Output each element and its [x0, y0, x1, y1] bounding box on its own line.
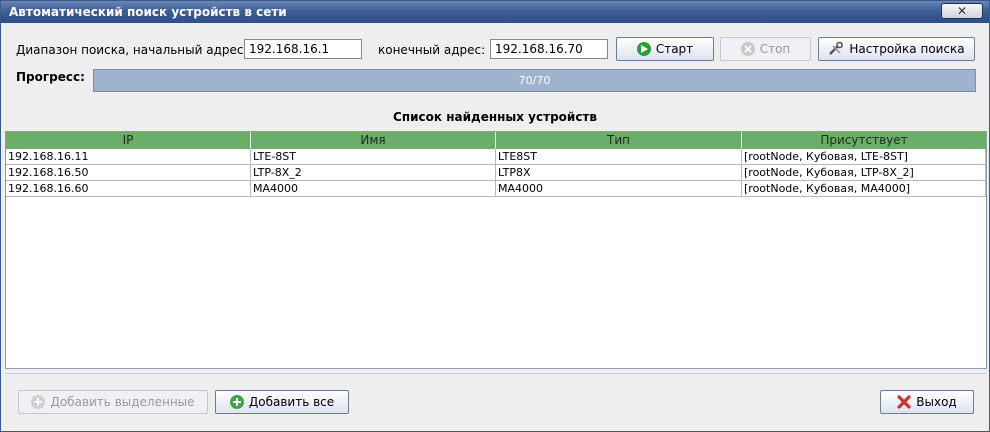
exit-label: Выход — [916, 395, 957, 409]
cell-name: MA4000 — [251, 181, 496, 197]
progress-label: Прогресс: — [16, 70, 85, 84]
add-all-button[interactable]: Добавить все — [215, 390, 349, 414]
add-all-label: Добавить все — [248, 395, 335, 409]
start-address-label: Диапазон поиска, начальный адрес: — [16, 43, 248, 57]
cell-present: [rootNode, Кубовая, LTP-8X_2] — [742, 165, 986, 181]
add-selected-label: Добавить выделенные — [50, 395, 195, 409]
close-button[interactable]: ✕ — [941, 3, 983, 19]
column-header-name[interactable]: Имя — [251, 132, 496, 149]
footer-divider — [5, 373, 987, 374]
exit-icon — [897, 395, 911, 409]
play-icon — [636, 42, 651, 56]
stop-button[interactable]: Стоп — [720, 37, 811, 61]
column-header-present[interactable]: Присутствует — [742, 132, 986, 149]
search-dialog: Автоматический поиск устройств в сети ✕ … — [0, 0, 990, 432]
progress-bar: 70/70 — [93, 69, 976, 92]
start-button[interactable]: Старт — [616, 37, 714, 61]
end-address-label: конечный адрес: — [378, 43, 486, 57]
table-header: IP Имя Тип Присутствует — [6, 132, 986, 149]
cell-type: LTE8ST — [496, 149, 742, 165]
add-icon — [31, 395, 46, 409]
cell-name: LTE-8ST — [251, 149, 496, 165]
table-row[interactable]: 192.168.16.60 MA4000 MA4000 [rootNode, К… — [6, 181, 986, 197]
table-row[interactable]: 192.168.16.11 LTE-8ST LTE8ST [rootNode, … — [6, 149, 986, 165]
cell-present: [rootNode, Кубовая, LTE-8ST] — [742, 149, 986, 165]
cell-ip: 192.168.16.50 — [6, 165, 251, 181]
add-selected-button[interactable]: Добавить выделенные — [18, 390, 208, 414]
cell-ip: 192.168.16.60 — [6, 181, 251, 197]
window-title: Автоматический поиск устройств в сети — [9, 5, 287, 19]
stop-button-label: Стоп — [759, 42, 791, 56]
devices-table: IP Имя Тип Присутствует 192.168.16.11 LT… — [5, 131, 987, 369]
progress-text: 70/70 — [518, 74, 551, 87]
start-address-input[interactable] — [244, 39, 362, 59]
add-icon — [229, 395, 244, 409]
devices-list-title: Список найденных устройств — [393, 110, 597, 124]
table-row[interactable]: 192.168.16.50 LTP-8X_2 LTP8X [rootNode, … — [6, 165, 986, 181]
cell-ip: 192.168.16.11 — [6, 149, 251, 165]
cell-type: LTP8X — [496, 165, 742, 181]
cell-present: [rootNode, Кубовая, MA4000] — [742, 181, 986, 197]
wrench-icon — [828, 42, 844, 56]
title-bar: Автоматический поиск устройств в сети ✕ — [1, 1, 989, 23]
exit-button[interactable]: Выход — [880, 390, 974, 414]
start-button-label: Старт — [655, 42, 694, 56]
cell-name: LTP-8X_2 — [251, 165, 496, 181]
end-address-input[interactable] — [490, 39, 608, 59]
column-header-type[interactable]: Тип — [496, 132, 742, 149]
column-header-ip[interactable]: IP — [6, 132, 251, 149]
search-settings-label: Настройка поиска — [849, 42, 965, 56]
cell-type: MA4000 — [496, 181, 742, 197]
stop-icon — [740, 42, 755, 56]
close-icon: ✕ — [956, 4, 968, 18]
search-settings-button[interactable]: Настройка поиска — [818, 37, 975, 61]
